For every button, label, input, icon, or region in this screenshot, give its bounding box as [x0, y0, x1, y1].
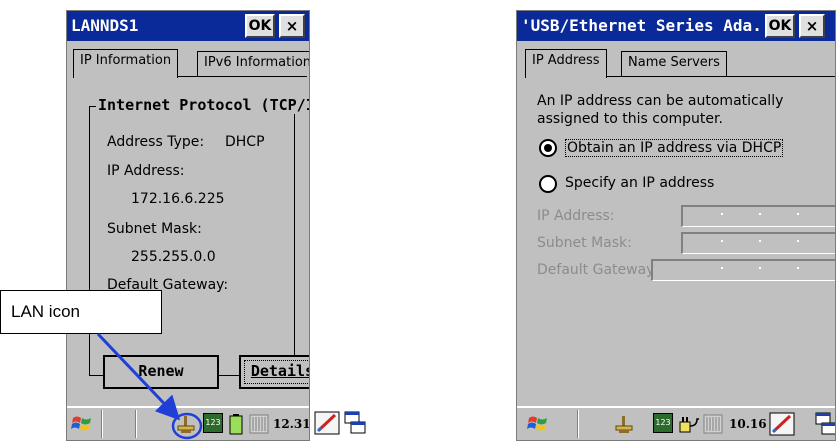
start-flag-icon[interactable] [71, 413, 93, 435]
subnet-mask-label: Subnet Mask: [537, 235, 632, 251]
subnet-mask-value: 255.255.0.0 [131, 249, 216, 265]
taskbar-divider [135, 410, 137, 438]
clock[interactable]: 10.16 [729, 417, 767, 431]
description-line-1: An IP address can be automatically [537, 93, 784, 109]
subnet-mask-input[interactable] [681, 232, 835, 254]
signal-icon [249, 414, 269, 434]
start-flag-icon[interactable] [527, 413, 549, 435]
ip-address-value: 172.16.6.225 [131, 191, 225, 207]
callout-label: LAN icon [11, 302, 80, 321]
ip-address-label: IP Address: [537, 208, 615, 224]
lan-info-window: LANNDS1 OK × IP Information IPv6 Informa… [66, 10, 310, 441]
taskbar-divider [577, 410, 579, 438]
switch-window-icon[interactable] [815, 412, 836, 436]
keyboard-badge: 123 [655, 418, 671, 427]
renew-button[interactable]: Renew [103, 355, 219, 389]
lan-icon[interactable] [175, 413, 197, 435]
address-type-value: DHCP [225, 134, 265, 150]
specify-ip-label[interactable]: Specify an IP address [565, 175, 714, 191]
window-title: 'USB/Ethernet Series Ada... [521, 16, 782, 35]
description-line-2: assigned to this computer. [537, 111, 723, 127]
tab-ipv6-information[interactable]: IPv6 Information [197, 51, 309, 77]
ethernet-adapter-window: 'USB/Ethernet Series Ada... OK × IP Addr… [516, 10, 836, 441]
taskbar: 123 10.16 [517, 406, 835, 440]
tab-ip-address[interactable]: IP Address [525, 49, 607, 78]
pen-input-icon[interactable] [769, 412, 795, 436]
close-button[interactable]: × [799, 14, 825, 38]
keyboard-123-icon[interactable]: 123 [203, 413, 223, 433]
address-type-label: Address Type: [107, 134, 205, 150]
taskbar-divider [101, 410, 103, 438]
ok-button[interactable]: OK [245, 14, 275, 38]
tab-ip-information[interactable]: IP Information [73, 49, 179, 78]
clock[interactable]: 12.31 [273, 417, 309, 431]
details-button[interactable]: Details... [239, 355, 309, 389]
power-plug-icon [679, 417, 699, 433]
keyboard-123-icon[interactable]: 123 [653, 413, 673, 433]
keyboard-badge: 123 [205, 418, 221, 427]
pen-input-icon[interactable] [314, 411, 340, 435]
radio-selected-dot [544, 144, 552, 152]
switch-window-icon[interactable] [344, 411, 366, 435]
title-bar: 'USB/Ethernet Series Ada... OK × [517, 11, 835, 41]
ip-address-label: IP Address: [107, 163, 185, 179]
focus-rect [244, 360, 309, 384]
taskbar: 123 12.31 [67, 406, 309, 440]
dhcp-radio[interactable] [539, 139, 557, 157]
close-button[interactable]: × [279, 14, 305, 38]
ip-address-input[interactable] [681, 205, 835, 227]
title-bar: LANNDS1 OK × [67, 11, 309, 41]
renew-label: Renew [138, 362, 184, 380]
lan-icon-callout: LAN icon [0, 290, 162, 334]
specify-ip-radio[interactable] [539, 175, 557, 193]
tab-name-servers[interactable]: Name Servers [621, 51, 727, 77]
subnet-mask-label: Subnet Mask: [107, 221, 202, 237]
signal-icon [703, 414, 723, 434]
battery-icon [229, 414, 243, 435]
default-gateway-label: Default Gateway: [537, 262, 659, 278]
group-title: Internet Protocol (TCP/IP) [96, 96, 309, 114]
lan-icon[interactable] [613, 413, 635, 435]
dhcp-option-label[interactable]: Obtain an IP address via DHCP [565, 139, 784, 157]
window-title: LANNDS1 [71, 16, 139, 35]
ok-button[interactable]: OK [765, 14, 795, 38]
default-gateway-input[interactable] [651, 259, 835, 281]
